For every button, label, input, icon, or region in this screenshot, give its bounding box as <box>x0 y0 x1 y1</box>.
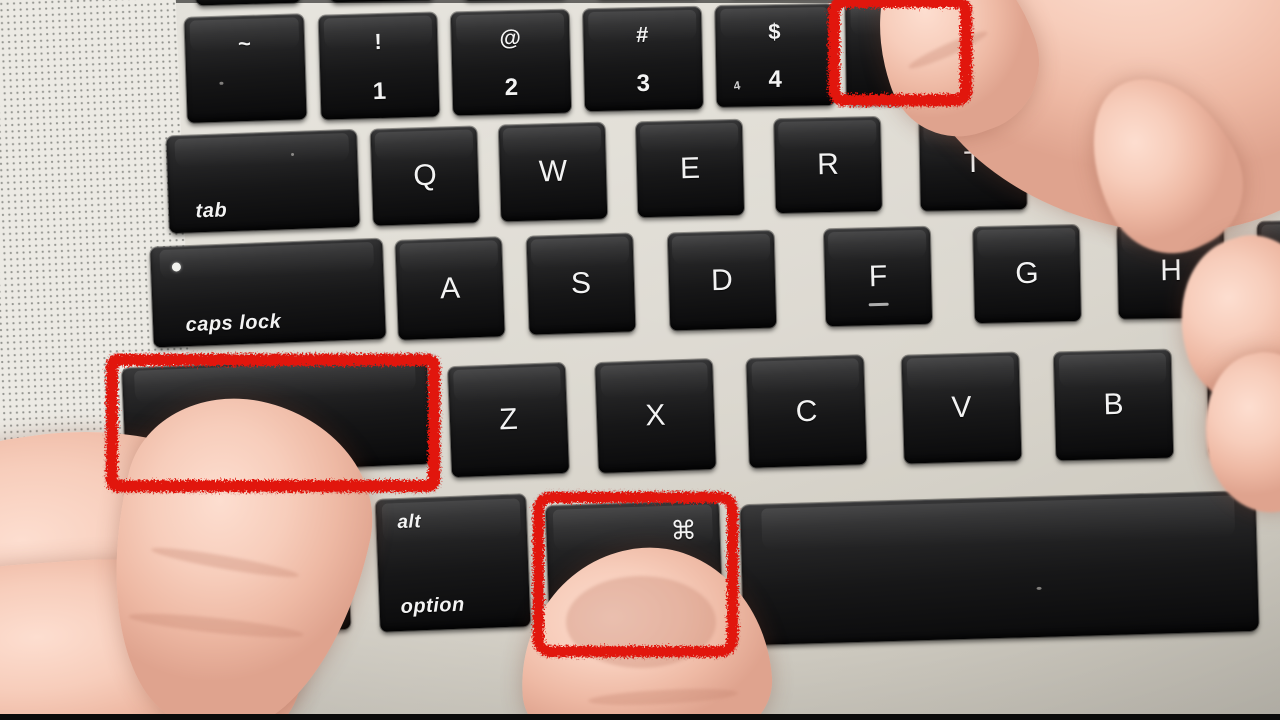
key-2-shift-legend: @ <box>499 25 522 51</box>
key-C-label: C <box>795 394 818 428</box>
key-T[interactable]: T <box>919 115 1027 211</box>
key-4[interactable]: $ 4 4 <box>715 3 835 108</box>
key-Q-label: Q <box>412 158 438 193</box>
key-left-shift[interactable] <box>121 355 432 477</box>
key-control[interactable]: control <box>195 496 351 636</box>
key-Y[interactable]: Y <box>1062 112 1170 207</box>
key-option[interactable]: alt option <box>375 494 531 632</box>
key-space[interactable] <box>740 490 1259 646</box>
key-D[interactable]: D <box>667 230 777 331</box>
key-control-label: control <box>220 596 293 622</box>
key-E-label: E <box>679 151 701 185</box>
key-R-label: R <box>816 147 840 182</box>
key-4-secondary-legend: 4 <box>731 78 742 94</box>
key-3-base-legend: 3 <box>636 69 651 97</box>
key-option-alt-label: alt <box>397 511 422 534</box>
key-5[interactable]: % 5 <box>845 1 965 103</box>
key-6[interactable] <box>977 0 1097 98</box>
photo-bottom-edge <box>0 714 1280 720</box>
key-left-command[interactable]: ⌘ <box>545 500 724 646</box>
key-J[interactable] <box>1257 220 1280 316</box>
key-tilde[interactable]: ~ ` <box>184 14 307 123</box>
key-F-label: F <box>868 259 888 293</box>
key-2[interactable]: @ 2 <box>450 9 572 116</box>
key-caps-lock-label: caps lock <box>185 310 282 337</box>
key-3-shift-legend: # <box>635 22 650 48</box>
key-C[interactable]: C <box>746 355 867 468</box>
key-S-label: S <box>570 266 592 301</box>
key-F[interactable]: F <box>823 226 933 327</box>
function-row-key-sliver-1[interactable] <box>195 0 301 6</box>
key-tilde-shift-legend: ~ <box>237 30 252 56</box>
key-Z-label: Z <box>498 402 519 437</box>
key-V[interactable]: V <box>901 352 1022 464</box>
key-4-shift-legend: $ <box>767 19 782 45</box>
key-Y-label: Y <box>1105 142 1127 176</box>
key-A[interactable]: A <box>395 237 505 340</box>
key-D-label: D <box>710 263 734 297</box>
key-B-label: B <box>1103 387 1124 422</box>
key-S[interactable]: S <box>526 233 636 335</box>
key-Q[interactable]: Q <box>370 126 480 226</box>
keyboard-photo-scene: ~ ` ! 1 @ 2 # 3 $ 4 4 % 5 tab Q W E R <box>0 0 1280 720</box>
key-1[interactable]: ! 1 <box>318 12 440 120</box>
key-W-label: W <box>538 154 568 189</box>
key-fn[interactable] <box>49 497 183 633</box>
key-tab-label: tab <box>195 199 228 223</box>
key-caps-lock[interactable]: caps lock <box>150 238 386 348</box>
key-W[interactable]: W <box>498 122 608 222</box>
key-G-label: G <box>1014 256 1040 291</box>
key-tab[interactable]: tab <box>166 129 360 234</box>
key-2-base-legend: 2 <box>504 73 519 101</box>
key-T-label: T <box>963 145 983 180</box>
key-R[interactable]: R <box>774 116 882 214</box>
key-H-label: H <box>1159 253 1183 287</box>
key-F-tactile-bump <box>868 302 889 306</box>
key-B[interactable]: B <box>1053 349 1174 461</box>
key-E[interactable]: E <box>635 119 745 218</box>
key-Z[interactable]: Z <box>447 362 570 478</box>
left-hand-thumb-crease <box>587 686 739 708</box>
command-glyph-icon: ⌘ <box>670 514 698 546</box>
key-H[interactable]: H <box>1117 222 1225 319</box>
caps-lock-indicator-led <box>171 262 181 272</box>
key-X-label: X <box>644 398 667 433</box>
key-3[interactable]: # 3 <box>582 6 704 112</box>
key-1-base-legend: 1 <box>372 77 387 105</box>
key-U[interactable] <box>1204 109 1280 203</box>
key-1-shift-legend: ! <box>374 28 383 54</box>
key-A-label: A <box>439 271 461 305</box>
key-V-label: V <box>951 390 972 425</box>
key-option-label: option <box>400 593 466 619</box>
key-G[interactable]: G <box>973 224 1081 324</box>
key-N[interactable] <box>1206 346 1280 457</box>
key-X[interactable]: X <box>595 358 716 474</box>
